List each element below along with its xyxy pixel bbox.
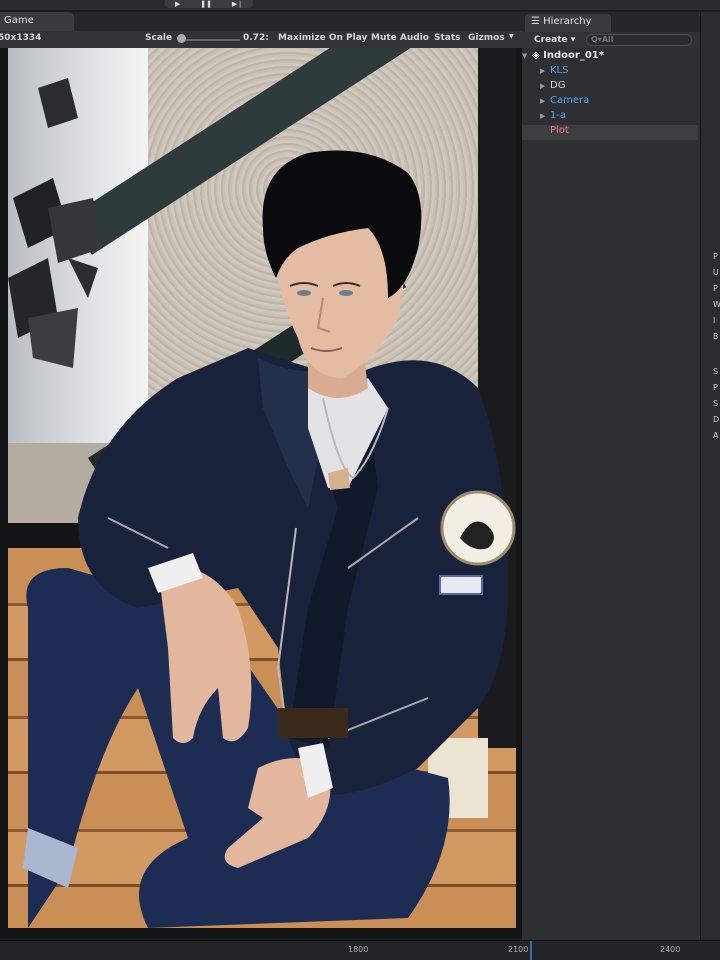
list-item-label: KLS <box>550 65 569 76</box>
scale-value: 0.72: <box>243 33 269 43</box>
inspector-letter: P <box>713 252 718 261</box>
gizmos-dropdown[interactable]: Gizmos <box>468 33 505 43</box>
inspector-letter: U <box>713 268 719 277</box>
step-icon[interactable]: ▶❘ <box>232 0 243 8</box>
inspector-panel-edge: P U P W I B S P S D A <box>700 12 720 940</box>
scale-slider-thumb[interactable] <box>177 34 186 43</box>
scale-label: Scale <box>145 33 173 43</box>
inspector-letter: P <box>713 284 718 293</box>
stats-toggle[interactable]: Stats <box>434 33 461 43</box>
inspector-letter: P <box>713 383 718 392</box>
game-render <box>8 48 516 928</box>
playhead[interactable] <box>530 941 532 960</box>
expand-triangle-icon[interactable]: ▶ <box>540 67 550 75</box>
unity-scene-icon: ◈ <box>532 50 544 61</box>
list-item-camera[interactable]: ▶ Camera <box>522 95 698 110</box>
mute-audio-toggle[interactable]: Mute Audio <box>371 33 429 43</box>
tab-hierarchy[interactable]: ☰ Hierarchy <box>525 14 611 32</box>
hierarchy-toolbar: Create ▾ Q▾All <box>522 32 700 48</box>
hierarchy-search-input[interactable]: Q▾All <box>586 34 692 46</box>
create-dropdown[interactable]: Create ▾ <box>534 35 575 45</box>
list-item-plot[interactable]: Plot <box>522 125 698 140</box>
scene-root[interactable]: ▼ ◈ Indoor_01* <box>522 50 698 65</box>
timeline-ruler[interactable]: 1800 2100 2400 <box>0 940 720 960</box>
inspector-letter: S <box>713 367 719 376</box>
tab-game[interactable]: Game <box>0 12 74 32</box>
list-item-label: Camera <box>550 95 590 106</box>
ruler-tick: 2400 <box>660 945 681 954</box>
expand-triangle-icon[interactable]: ▶ <box>540 112 550 120</box>
play-bar: ▶ ❚❚ ▶❘ <box>0 0 720 10</box>
list-item-dg[interactable]: ▶ DG <box>522 80 698 95</box>
character-figure <box>8 78 516 928</box>
game-tab-bar: Game <box>0 12 522 32</box>
list-item-label: DG <box>550 80 566 91</box>
game-toolbar: 50x1334 Scale 0.72: Maximize On Play Mut… <box>0 31 522 48</box>
ruler-tick: 2100 <box>508 945 529 954</box>
inspector-letter: S <box>713 399 719 408</box>
hierarchy-tab-bar: ☰ Hierarchy <box>522 12 700 32</box>
inspector-letter: B <box>713 332 719 341</box>
expand-triangle-icon[interactable]: ▶ <box>540 82 550 90</box>
resolution-dropdown[interactable]: 50x1334 <box>0 33 41 43</box>
play-controls: ▶ ❚❚ ▶❘ <box>165 0 253 8</box>
chevron-down-icon: ▼ <box>509 33 514 40</box>
create-label: Create <box>534 35 568 45</box>
hierarchy-icon: ☰ <box>531 16 544 27</box>
game-viewport[interactable] <box>0 48 522 938</box>
maximize-on-play-toggle[interactable]: Maximize On Play <box>278 33 367 43</box>
scale-slider-track[interactable] <box>180 39 240 41</box>
scene-name: Indoor_01* <box>543 50 604 61</box>
tab-game-label: Game <box>4 15 34 26</box>
tab-hierarchy-label: Hierarchy <box>543 16 592 27</box>
list-item-kls[interactable]: ▶ KLS <box>522 65 698 80</box>
play-icon[interactable]: ▶ <box>175 0 180 8</box>
expand-triangle-icon[interactable]: ▼ <box>522 52 532 60</box>
list-item-label: Plot <box>550 125 569 136</box>
ruler-tick: 1800 <box>348 945 369 954</box>
inspector-letter: A <box>713 431 719 440</box>
inspector-letter: I <box>713 316 716 325</box>
list-item-label: 1-a <box>550 110 567 121</box>
pause-icon[interactable]: ❚❚ <box>200 0 212 8</box>
expand-triangle-icon[interactable]: ▶ <box>540 97 550 105</box>
inspector-letter: D <box>713 415 720 424</box>
list-item-1a[interactable]: ▶ 1-a <box>522 110 698 125</box>
inspector-letter: W <box>713 300 720 309</box>
hierarchy-tree: ▼ ◈ Indoor_01* ▶ KLS ▶ DG ▶ Camera ▶ 1-a Plot <box>522 48 700 940</box>
